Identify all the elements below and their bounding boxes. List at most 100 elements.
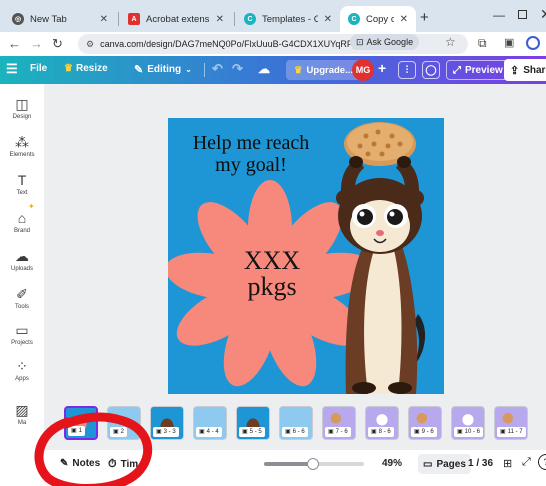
apps-icon: ⁘: [16, 358, 28, 374]
page-thumbnail[interactable]: ▣ 9 - 6: [408, 406, 442, 440]
close-icon[interactable]: ✕: [400, 14, 408, 25]
sidebar-item-uploads[interactable]: ☁ Uploads: [0, 248, 44, 272]
close-icon[interactable]: ✕: [324, 14, 332, 25]
page-thumbnail[interactable]: ▣ 4 - 4: [193, 406, 227, 440]
pages-icon: ▭: [423, 458, 433, 470]
minimize-icon[interactable]: —: [493, 8, 505, 22]
sidebar-item-label: Tools: [14, 304, 29, 310]
page-number: 7 - 6: [335, 429, 348, 435]
sidebar-item-tools[interactable]: ✐ Tools: [0, 286, 44, 310]
grid-view-icon[interactable]: ⊞: [503, 457, 512, 470]
browser-tab-templates[interactable]: C Templates - Canva ✕: [236, 6, 340, 32]
notes-icon: ✎: [60, 458, 69, 469]
page-thumbnail[interactable]: ▣ 7 - 6: [322, 406, 356, 440]
page-thumbnail[interactable]: ▣ 2: [107, 406, 141, 440]
page-icon: ▣: [113, 429, 119, 435]
page-thumbnail[interactable]: ▣ 11 - 7: [494, 406, 528, 440]
magic-media-icon: ▨: [15, 402, 29, 418]
acrobat-icon: A: [128, 13, 140, 25]
page-icon: ▣: [414, 429, 420, 435]
new-tab-icon[interactable]: +: [420, 9, 429, 26]
page-number-badge: ▣ 5 - 5: [239, 427, 265, 437]
page-thumbnail[interactable]: ▣ 6 - 6: [279, 406, 313, 440]
design-icon: ◫: [15, 96, 29, 112]
resize-button[interactable]: ♛ Resize: [64, 63, 108, 74]
notes-button[interactable]: ✎ Notes: [60, 458, 100, 469]
file-menu-button[interactable]: File: [30, 63, 47, 74]
avatar[interactable]: MG: [352, 59, 374, 81]
zoom-percentage[interactable]: 49%: [382, 458, 402, 469]
reload-icon[interactable]: ↻: [52, 36, 63, 52]
toolbar-divider: [204, 63, 205, 77]
page-thumbnail[interactable]: ▣ 10 - 6: [451, 406, 485, 440]
page-number: 10 - 6: [464, 429, 481, 435]
cloud-saved-icon[interactable]: ☁: [258, 62, 270, 76]
page-number: 9 - 6: [421, 429, 434, 435]
fullscreen-icon[interactable]: ⤢: [522, 456, 531, 469]
maximize-icon[interactable]: [518, 10, 527, 19]
hamburger-menu-icon[interactable]: ☰: [6, 61, 18, 77]
sidebar-item-text[interactable]: T Text: [0, 172, 44, 196]
page-number-badge: ▣ 11 - 7: [497, 427, 526, 437]
page-thumbnail[interactable]: ▣ 5 - 5: [236, 406, 270, 440]
close-icon[interactable]: ✕: [100, 14, 108, 25]
page-icon: ▣: [371, 429, 377, 435]
site-info-icon[interactable]: ⚙: [86, 39, 94, 50]
tab-title: Templates - Canva: [262, 13, 318, 25]
page-thumbnail[interactable]: ▣ 1: [64, 406, 98, 440]
pages-button[interactable]: ▭ Pages: [418, 454, 471, 474]
help-icon[interactable]: ?: [538, 454, 546, 470]
upgrade-button[interactable]: ♛ Upgrade...: [286, 60, 361, 80]
window-close-icon[interactable]: ✕: [540, 6, 546, 23]
close-icon[interactable]: ✕: [216, 14, 224, 25]
upload-share-icon: ⇪: [510, 64, 520, 77]
browser-tab-new-tab[interactable]: ◎ New Tab ✕: [4, 6, 116, 32]
sidebar-item-elements[interactable]: ⁂ Elements: [0, 134, 44, 158]
redo-icon[interactable]: ↷: [232, 61, 243, 77]
sidebar-item-apps[interactable]: ⁘ Apps: [0, 358, 44, 382]
browser-tab-cookie-program[interactable]: C Copy of Cookie Prograr ✕: [340, 6, 416, 32]
forward-icon[interactable]: →: [30, 36, 43, 51]
preview-button[interactable]: ⤢ Preview: [446, 60, 510, 80]
bookmark-star-icon[interactable]: ☆: [445, 35, 456, 49]
browser-tab-acrobat[interactable]: A Acrobat extension Upda ✕: [120, 6, 232, 32]
page-number-badge: ▣ 4 - 4: [196, 427, 222, 437]
page-number-badge: ▣ 10 - 6: [454, 427, 484, 437]
ferret-cookie-illustration[interactable]: [168, 118, 444, 394]
timer-button[interactable]: ⏱ Tim: [108, 458, 138, 471]
page-thumbnail[interactable]: ▣ 8 - 6: [365, 406, 399, 440]
back-icon[interactable]: ←: [8, 36, 21, 51]
undo-icon[interactable]: ↶: [212, 61, 223, 77]
page-number: 3 - 3: [163, 429, 176, 435]
sidebar-item-magic-media[interactable]: ▨ Ma: [0, 402, 44, 426]
extensions-icon[interactable]: ⧉: [478, 36, 487, 51]
analytics-icon[interactable]: ⫶: [398, 61, 416, 79]
design-page[interactable]: Help me reach my goal! XXX pkgs: [168, 118, 444, 394]
profile-icon[interactable]: [526, 36, 540, 50]
sidebar-item-label: Text: [16, 190, 28, 196]
url-text: canva.com/design/DAG7meNQ0Po/FlxUuuB-G4C…: [100, 39, 375, 49]
editing-mode-button[interactable]: ✎ Editing ⌄: [134, 63, 192, 76]
sidebar-item-projects[interactable]: ▭ Projects: [0, 322, 44, 346]
uploads-icon: ☁: [15, 248, 29, 264]
sidebar-item-brand[interactable]: ⌂ Brand: [0, 210, 44, 234]
sidebar-item-label: Uploads: [10, 266, 33, 272]
tab-search-icon[interactable]: ▣: [504, 36, 514, 49]
page-number-badge: ▣ 7 - 6: [325, 427, 351, 437]
text-icon: T: [17, 172, 27, 188]
canva-icon: C: [348, 13, 360, 25]
projects-icon: ▭: [15, 322, 29, 338]
page-number: 1: [78, 428, 83, 434]
sidebar-item-design[interactable]: ◫ Design: [0, 96, 44, 120]
share-button[interactable]: ⇪ Share: [504, 59, 546, 81]
page-icon: ▣: [500, 429, 506, 435]
add-people-icon[interactable]: +: [378, 60, 386, 76]
timer-label: Tim: [120, 459, 139, 470]
zoom-slider-handle[interactable]: [307, 458, 319, 470]
ask-google-button[interactable]: ⊡ Ask Google: [350, 34, 420, 50]
canvas-area: Help me reach my goal! XXX pkgs: [44, 84, 546, 402]
page-thumbnail[interactable]: ▣ 3 - 3: [150, 406, 184, 440]
comment-icon[interactable]: ◯: [422, 61, 440, 79]
page-number: 2: [120, 429, 125, 435]
zoom-slider[interactable]: [264, 458, 364, 470]
